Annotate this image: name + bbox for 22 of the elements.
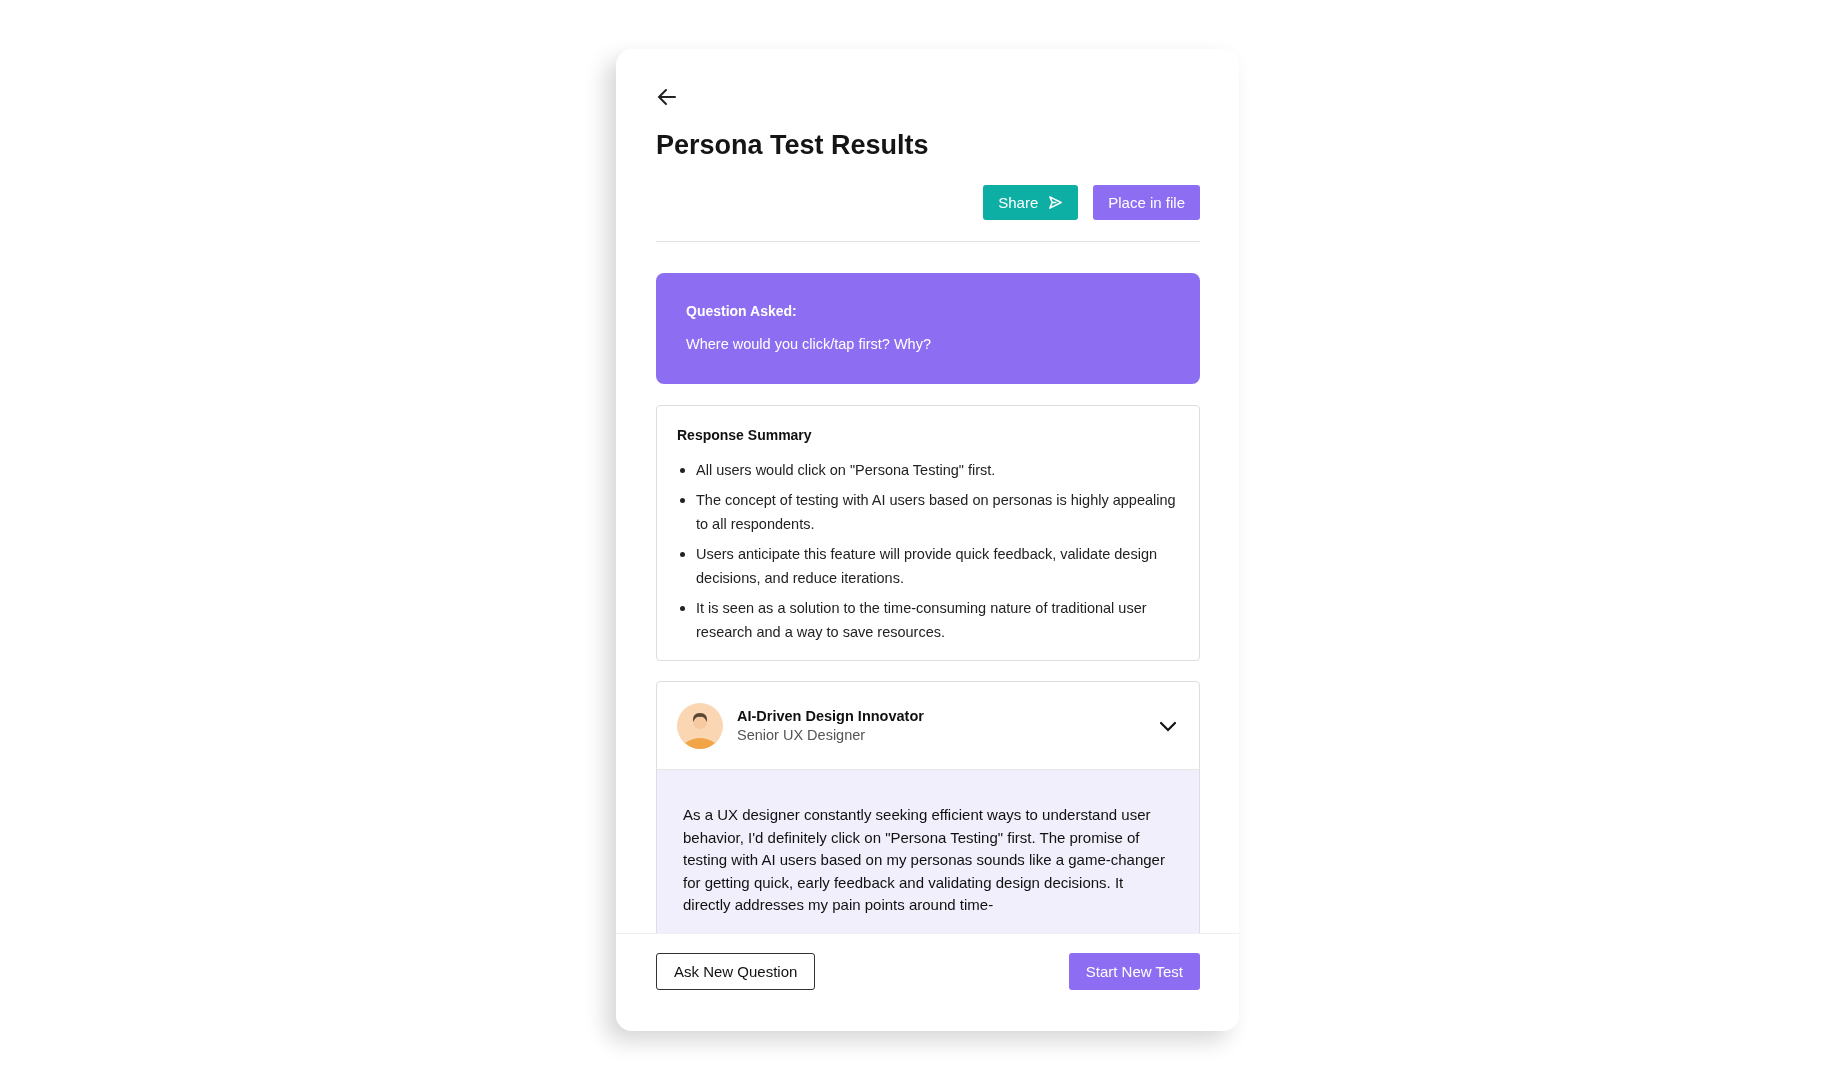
avatar-icon bbox=[677, 702, 723, 749]
summary-point: It is seen as a solution to the time-consuming nature of traditional user research and a way to save resources. bbox=[696, 599, 1148, 642]
place-in-file-button[interactable]: Place in file bbox=[1093, 185, 1200, 220]
summary-point: All users would click on "Persona Testing" first. bbox=[696, 461, 996, 480]
back-arrow-icon[interactable] bbox=[656, 86, 678, 108]
persona-response: As a UX designer constantly seeking efficient ways to understand user behavior, I'd definitely click on "Persona Testing" first. The promise of testing with AI users based on my personas sounds like a game-changer for getting quick, early feedback and validating design decisions. It directly addresses my pain points around time- bbox=[683, 805, 1166, 916]
question-text: Where would you click/tap first? Why? bbox=[686, 336, 932, 352]
bullet-icon bbox=[680, 468, 685, 473]
start-new-test-button[interactable]: Start New Test bbox=[1068, 953, 1200, 990]
share-button[interactable]: Share bbox=[983, 185, 1079, 220]
persona-name: AI-Driven Design Innovator bbox=[737, 708, 925, 724]
bullet-icon bbox=[680, 498, 685, 503]
bullet-icon bbox=[680, 552, 685, 557]
send-icon bbox=[1048, 195, 1064, 210]
bullet-icon bbox=[680, 606, 685, 611]
summary-point: The concept of testing with AI users based on personas is highly appealing to all respondents. bbox=[696, 491, 1177, 534]
summary-point: Users anticipate this feature will provide quick feedback, validate design decisions, and reduce iterations. bbox=[696, 545, 1159, 588]
ask-new-question-button[interactable]: Ask New Question bbox=[656, 953, 816, 990]
page-title: Persona Test Results bbox=[656, 129, 930, 162]
question-heading: Question Asked: bbox=[686, 303, 798, 319]
persona-role: Senior UX Designer bbox=[737, 727, 867, 743]
summary-heading: Response Summary bbox=[677, 427, 813, 443]
